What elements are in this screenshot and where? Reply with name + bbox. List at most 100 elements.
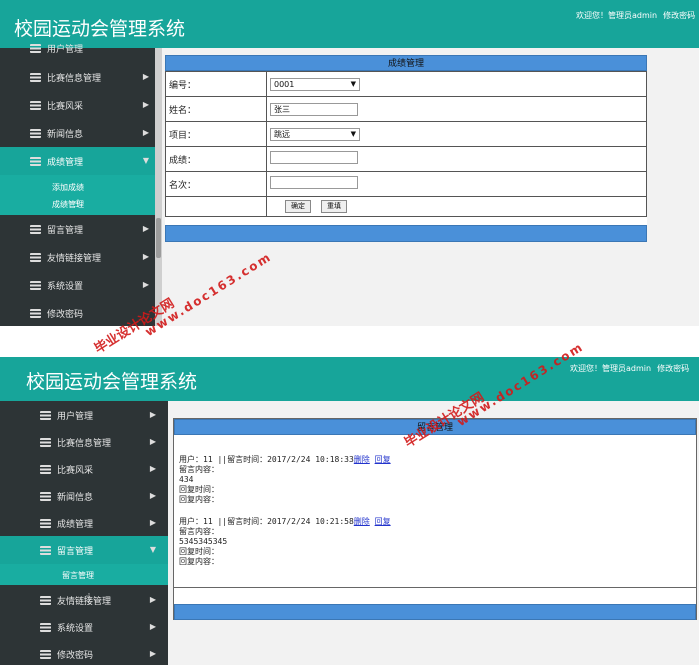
- chevron-down-icon: ▼: [142, 156, 149, 165]
- sidebar-item-competition-gallery[interactable]: 比赛风采 ▶: [0, 455, 168, 483]
- message-item: 用户：11 ||留言时间：2017/2/24 10:21:58删除 回复 留言内…: [179, 517, 391, 567]
- database-icon: [40, 464, 51, 474]
- welcome-text: 欢迎您！管理员admin: [576, 11, 658, 20]
- event-select[interactable]: 跳远 ▼: [270, 127, 360, 141]
- submenu-item-message-management[interactable]: 留言管理: [62, 570, 94, 581]
- database-icon: [30, 252, 41, 262]
- sidebar-item-scores[interactable]: 成绩管理 ▶: [0, 509, 168, 537]
- chevron-right-icon: ▶: [149, 518, 156, 527]
- chevron-right-icon: ▶: [142, 100, 149, 109]
- screenshot-score-management: 校园运动会管理系统 欢迎您！管理员admin 修改密码 用户管理 比赛信息管理 ▶ …: [0, 0, 699, 326]
- chevron-right-icon: ▶: [149, 622, 156, 631]
- sidebar-item-users[interactable]: 用户管理 ▶: [0, 401, 168, 429]
- chevron-right-icon: ▶: [142, 72, 149, 81]
- reply-link[interactable]: 回复: [375, 455, 391, 464]
- database-icon: [40, 437, 51, 447]
- confirm-button[interactable]: 确定: [285, 200, 311, 213]
- reply-time-label: 回复时间：: [179, 485, 219, 494]
- form-row-number: 编号： 0001 ▼: [165, 71, 647, 97]
- chevron-right-icon: ▶: [149, 410, 156, 419]
- number-label: 编号：: [165, 71, 267, 97]
- sidebar-item-messages[interactable]: 留言管理 ▶: [0, 215, 155, 243]
- form-row-rank: 名次：: [165, 171, 647, 197]
- database-icon: [30, 224, 41, 234]
- submenu-item-add-score[interactable]: 添加成绩: [52, 182, 84, 193]
- sidebar-item-system-settings[interactable]: 系统设置 ▶: [0, 613, 168, 641]
- message-list: 用户：11 ||留言时间：2017/2/24 10:18:33删除 回复 留言内…: [179, 455, 391, 579]
- screenshot-message-management: 校园运动会管理系统 欢迎您！管理员admin 修改密码 用户管理 ▶ 比赛信息管理 ▶…: [0, 357, 699, 665]
- chevron-right-icon: ▶: [142, 280, 149, 289]
- reply-content-label: 回复内容：: [179, 495, 219, 504]
- rank-label: 名次：: [165, 171, 267, 197]
- dropdown-caret-icon: ▼: [350, 129, 356, 138]
- database-icon: [40, 595, 51, 605]
- database-icon: [30, 156, 41, 166]
- score-form: 编号： 0001 ▼ 姓名： 张三 项目： 跳远 ▼ 成绩： 名次： 确定 重填: [165, 71, 647, 217]
- hand-cursor-icon: ☝: [84, 591, 91, 604]
- database-icon: [40, 545, 51, 555]
- score-form-panel: 成绩管理 编号： 0001▼ 姓名： 张三 项目： 跳远▼ 成绩： 名次：: [165, 55, 647, 242]
- reply-time-label: 回复时间：: [179, 547, 219, 556]
- chevron-right-icon: ▶: [149, 464, 156, 473]
- rank-field[interactable]: [270, 176, 358, 189]
- database-icon: [40, 491, 51, 501]
- chevron-right-icon: ▶: [149, 491, 156, 500]
- chevron-right-icon: ▶: [149, 649, 156, 658]
- sidebar-item-news[interactable]: 新闻信息 ▶: [0, 119, 155, 147]
- chevron-right-icon: ▶: [149, 595, 156, 604]
- reset-button[interactable]: 重填: [321, 200, 347, 213]
- sidebar-item-competition-info[interactable]: 比赛信息管理 ▶: [0, 428, 168, 456]
- database-icon: [30, 43, 41, 53]
- scrollbar-thumb[interactable]: [156, 218, 161, 258]
- delete-link[interactable]: 删除: [354, 517, 370, 526]
- sidebar-item-scores[interactable]: 成绩管理 ▼: [0, 147, 155, 175]
- sidebar: 用户管理 比赛信息管理 ▶ 比赛风采 ▶ 新闻信息 ▶ 成绩管理 ▼ 添加成绩 成绩管理…: [0, 43, 155, 326]
- message-content: 434: [179, 475, 194, 484]
- database-icon: [30, 100, 41, 110]
- chevron-right-icon: ▶: [149, 437, 156, 446]
- name-field[interactable]: 张三: [270, 102, 358, 116]
- form-row-event: 项目： 跳远 ▼: [165, 121, 647, 147]
- score-label: 成绩：: [165, 146, 267, 172]
- database-icon: [30, 128, 41, 138]
- chevron-right-icon: ▶: [142, 128, 149, 137]
- chevron-right-icon: ▶: [142, 224, 149, 233]
- sidebar-item-friend-links[interactable]: 友情链接管理 ▶: [0, 243, 155, 271]
- sidebar: 用户管理 ▶ 比赛信息管理 ▶ 比赛风采 ▶ 新闻信息 ▶ 成绩管理 ▶ 留言管理 ▼ 留言…: [0, 401, 168, 665]
- user-links: 欢迎您！管理员admin 修改密码: [576, 10, 699, 21]
- sidebar-item-change-password[interactable]: 修改密码 ▶: [0, 640, 168, 665]
- score-field[interactable]: [270, 151, 358, 164]
- database-icon: [40, 410, 51, 420]
- user-links: 欢迎您！管理员admin 修改密码: [570, 363, 695, 374]
- sidebar-item-competition-gallery[interactable]: 比赛风采 ▶: [0, 91, 155, 119]
- delete-link[interactable]: 删除: [354, 455, 370, 464]
- panel-footer-bar: [174, 604, 696, 620]
- event-label: 项目：: [165, 121, 267, 147]
- sidebar-item-news[interactable]: 新闻信息 ▶: [0, 482, 168, 510]
- submenu-scores: 添加成绩 成绩管理 ☝: [0, 175, 155, 215]
- sidebar-item-competition-info[interactable]: 比赛信息管理 ▶: [0, 63, 155, 91]
- sidebar-item-users[interactable]: 用户管理: [0, 34, 155, 62]
- change-password-link[interactable]: 修改密码: [657, 364, 689, 373]
- database-icon: [40, 518, 51, 528]
- number-select[interactable]: 0001 ▼: [270, 77, 360, 91]
- top-header: 校园运动会管理系统 欢迎您！管理员admin 修改密码: [0, 357, 699, 401]
- submenu-messages: 留言管理: [0, 564, 168, 585]
- message-item: 用户：11 ||留言时间：2017/2/24 10:18:33删除 回复 留言内…: [179, 455, 391, 505]
- database-icon: [30, 308, 41, 318]
- app-title: 校园运动会管理系统: [26, 371, 198, 393]
- content-label: 留言内容：: [179, 527, 219, 536]
- content-label: 留言内容：: [179, 465, 219, 474]
- message-content: 5345345345: [179, 537, 228, 546]
- reply-content-label: 回复内容：: [179, 557, 219, 566]
- sidebar-item-messages[interactable]: 留言管理 ▼: [0, 536, 168, 564]
- database-icon: [40, 622, 51, 632]
- chevron-down-icon: ▼: [149, 545, 156, 554]
- database-icon: [30, 280, 41, 290]
- welcome-text: 欢迎您！管理员admin: [570, 364, 652, 373]
- name-label: 姓名：: [165, 96, 267, 122]
- sidebar-item-system-settings[interactable]: 系统设置 ▶: [0, 271, 155, 299]
- reply-link[interactable]: 回复: [375, 517, 391, 526]
- sidebar-scrollbar[interactable]: [155, 48, 162, 326]
- change-password-link[interactable]: 修改密码: [663, 11, 695, 20]
